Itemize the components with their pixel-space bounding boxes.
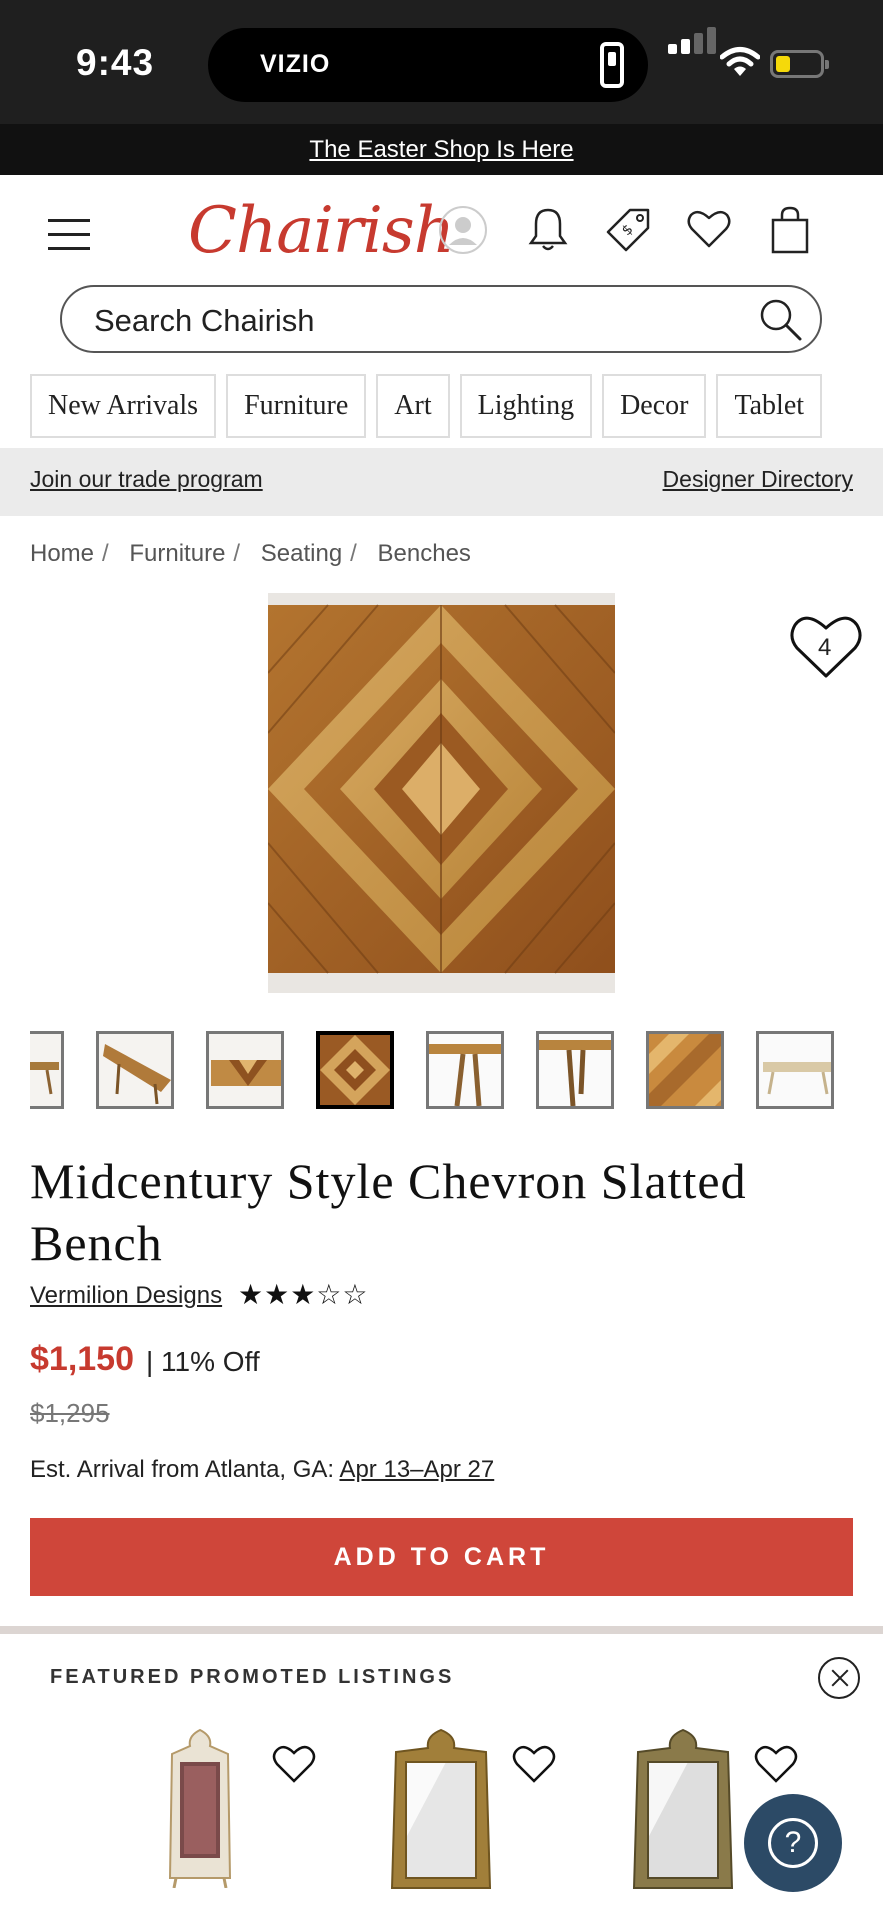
listing-1-heart-icon[interactable] bbox=[272, 1744, 316, 1784]
heart-icon[interactable] bbox=[686, 208, 732, 250]
thumbnail-8[interactable] bbox=[756, 1031, 834, 1109]
status-bar: 9:43 VIZIO bbox=[0, 0, 883, 124]
question-icon: ? bbox=[768, 1818, 818, 1868]
breadcrumb-benches: Benches bbox=[377, 540, 471, 567]
breadcrumb-seating[interactable]: Seating bbox=[261, 540, 342, 567]
promo-link[interactable]: The Easter Shop Is Here bbox=[309, 136, 573, 163]
remote-icon bbox=[600, 42, 624, 88]
svg-text:$: $ bbox=[619, 221, 637, 239]
favorite-count: 4 bbox=[818, 634, 832, 661]
original-price: $1,295 bbox=[30, 1398, 110, 1428]
discount-label: | 11% Off bbox=[146, 1346, 260, 1377]
search-placeholder: Search Chairish bbox=[94, 303, 315, 338]
seller-link[interactable]: Vermilion Designs bbox=[30, 1282, 222, 1310]
category-furniture[interactable]: Furniture bbox=[226, 374, 367, 438]
thumbnail-2[interactable] bbox=[96, 1031, 174, 1109]
listing-vitrine-image[interactable] bbox=[160, 1728, 240, 1888]
dynamic-island[interactable]: VIZIO bbox=[208, 28, 648, 102]
category-art[interactable]: Art bbox=[376, 374, 450, 438]
add-to-cart-button[interactable]: ADD TO CART bbox=[30, 1518, 853, 1596]
thumbnail-5[interactable] bbox=[426, 1031, 504, 1109]
status-time: 9:43 bbox=[76, 42, 155, 83]
close-icon[interactable] bbox=[818, 1657, 860, 1699]
chevron-wood-image bbox=[268, 593, 615, 993]
search-icon[interactable] bbox=[758, 297, 804, 343]
trade-program-link[interactable]: Join our trade program bbox=[30, 466, 263, 493]
trade-bar: Join our trade program Designer Director… bbox=[0, 448, 883, 516]
category-decor[interactable]: Decor bbox=[602, 374, 707, 438]
product-title: Midcentury Style Chevron Slatted Bench bbox=[30, 1153, 747, 1271]
menu-icon[interactable] bbox=[48, 219, 92, 251]
category-new-arrivals[interactable]: New Arrivals bbox=[30, 374, 217, 438]
price-tag-icon[interactable]: $ bbox=[604, 206, 652, 254]
thumbnail-4-active[interactable] bbox=[316, 1031, 394, 1109]
breadcrumb-home[interactable]: Home bbox=[30, 540, 94, 567]
island-label: VIZIO bbox=[260, 50, 331, 78]
promo-banner[interactable]: The Easter Shop Is Here bbox=[0, 124, 883, 175]
bell-icon[interactable] bbox=[526, 206, 570, 254]
breadcrumb: Home / Furniture / Seating / Benches bbox=[30, 540, 471, 567]
listing-3-heart-icon[interactable] bbox=[754, 1744, 798, 1784]
listing-mirror-1-image[interactable] bbox=[386, 1728, 496, 1890]
rating-stars: ★★★☆☆ bbox=[238, 1279, 369, 1310]
wifi-icon bbox=[720, 47, 760, 76]
account-icon[interactable] bbox=[438, 205, 488, 255]
category-tablet[interactable]: Tablet bbox=[716, 374, 823, 438]
thumbnail-3[interactable] bbox=[206, 1031, 284, 1109]
arrival-estimate: Est. Arrival from Atlanta, GA: Apr 13–Ap… bbox=[30, 1456, 494, 1484]
designer-directory-link[interactable]: Designer Directory bbox=[663, 466, 853, 493]
help-button[interactable]: ? bbox=[744, 1794, 842, 1892]
category-lighting[interactable]: Lighting bbox=[459, 374, 593, 438]
product-main-image[interactable] bbox=[268, 593, 615, 993]
arrival-dates-link[interactable]: Apr 13–Apr 27 bbox=[339, 1456, 494, 1483]
listing-2-heart-icon[interactable] bbox=[512, 1744, 556, 1784]
site-logo[interactable]: Chairish bbox=[188, 194, 455, 268]
thumbnail-1[interactable] bbox=[30, 1031, 64, 1109]
shopping-bag-icon[interactable] bbox=[770, 206, 810, 254]
thumbnail-6[interactable] bbox=[536, 1031, 614, 1109]
listing-mirror-2-image[interactable] bbox=[628, 1728, 738, 1890]
section-divider bbox=[0, 1626, 883, 1634]
sale-price: $1,150 bbox=[30, 1340, 134, 1378]
breadcrumb-furniture[interactable]: Furniture bbox=[129, 540, 225, 567]
arrival-label: Est. Arrival from Atlanta, GA: bbox=[30, 1456, 335, 1483]
category-nav: New Arrivals Furniture Art Lighting Decor Tab… bbox=[30, 374, 883, 438]
featured-heading: FEATURED PROMOTED LISTINGS bbox=[50, 1666, 455, 1688]
thumbnail-strip bbox=[30, 1031, 883, 1109]
search-input[interactable]: Search Chairish bbox=[60, 285, 822, 353]
thumbnail-7[interactable] bbox=[646, 1031, 724, 1109]
battery-icon bbox=[770, 50, 829, 78]
